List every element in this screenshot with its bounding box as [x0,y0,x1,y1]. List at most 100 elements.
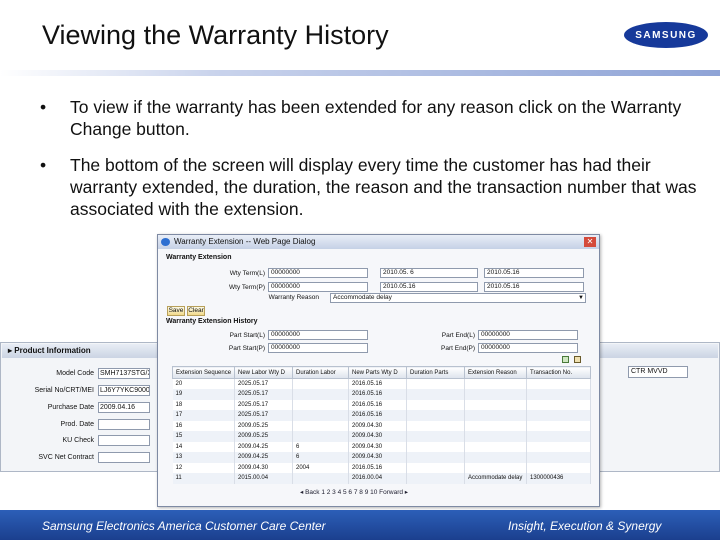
table-cell: 16 [172,420,235,431]
field-label: Prod. Date [60,421,94,429]
table-cell [464,420,527,431]
column-header[interactable]: Duration Parts [406,366,465,379]
footer-left-text: Samsung Electronics America Customer Car… [42,519,326,533]
field-label: Wty Term(L) [229,269,265,277]
warranty-reason-select[interactable]: Accommodate delay ▼ [330,293,586,303]
history-table: Extension Sequence New Labor Wty D Durat… [172,366,591,484]
table-row[interactable]: 14 2009.04.25 6 2009.04.30 [172,441,591,452]
wty-term-l-to-date-field[interactable]: 2010.05. 6 [380,268,478,278]
column-header[interactable]: New Parts Wty D [348,366,407,379]
table-row[interactable]: 11 2015.00.04 2016.00.04 Accommodate delay 1… [172,473,591,484]
table-cell: 6 [292,452,349,463]
table-cell: 20 [172,378,235,389]
wty-term-l-from-field[interactable]: 00000000 [268,268,368,278]
bullet-item: • The bottom of the screen will display … [40,154,700,220]
table-cell [526,452,591,463]
table-row[interactable]: 15 2009.05.25 2009.04.30 [172,431,591,442]
table-cell: 2016.00.04 [348,473,407,484]
field-label: Model Code [56,370,94,378]
model-code-field[interactable]: SMH7137STG/X [98,368,150,379]
table-row[interactable]: 18 2025.05.17 2016.05.16 [172,399,591,410]
bullet-dot: • [40,155,47,175]
serial-number-field[interactable]: LJ6Y7YKC90005 [98,385,150,396]
clear-button[interactable]: Clear [187,306,205,316]
table-cell: 2025.05.17 [234,378,293,389]
ctr-field[interactable]: CTR MVVD [628,366,688,378]
table-cell [406,420,465,431]
section-warranty-extension: Warranty Extension [166,254,232,261]
table-cell [526,441,591,452]
table-cell: 2016.05.16 [348,462,407,473]
wty-term-p-to-field[interactable]: 2010.05.16 [484,282,584,292]
column-header[interactable]: New Labor Wty D [234,366,293,379]
wty-term-p-row: Wty Term(P) 00000000 [208,282,368,293]
prod-date-field[interactable] [98,419,150,430]
field-label: Serial No/CRT/MEI [34,387,94,395]
table-cell: 2016.05.16 [348,410,407,421]
table-cell [526,410,591,421]
dialog-titlebar[interactable]: Warranty Extension -- Web Page Dialog [158,235,599,249]
bullet-list: • To view if the warranty has been exten… [40,96,700,234]
ku-check-field[interactable] [98,435,150,446]
field-label: Warranty Reason [268,294,319,301]
table-row[interactable]: 13 2009.04.25 6 2009.04.30 [172,452,591,463]
table-cell [406,473,465,484]
table-cell [526,431,591,442]
close-icon[interactable]: ✕ [584,237,596,247]
table-cell [292,378,349,389]
table-cell [526,462,591,473]
column-header[interactable]: Duration Labor [292,366,349,379]
samsung-logo: SAMSUNG [624,22,708,48]
warranty-reason-label: Warranty Reason [262,293,322,303]
part-end-l-field[interactable]: 00000000 [478,330,578,340]
svc-net-contract-field[interactable] [98,452,150,463]
field-label: KU Check [62,437,94,445]
part-end-p-field[interactable]: 00000000 [478,343,578,353]
part-start-p-field[interactable]: 00000000 [268,343,368,353]
title-divider [0,70,720,76]
column-header[interactable]: Extension Reason [464,366,527,379]
part-start-p-row: Part Start(P) 00000000 [208,343,368,354]
bullet-dot: • [40,97,47,117]
table-cell [526,389,591,400]
table-cell [464,441,527,452]
table-cell: 2009.04.30 [348,452,407,463]
wty-term-p-to-date-field[interactable]: 2010.05.16 [380,282,478,292]
table-cell [464,410,527,421]
table-row[interactable]: 12 2009.04.30 2004 2016.05.16 [172,462,591,473]
table-cell: 17 [172,410,235,421]
table-cell [464,431,527,442]
pagination[interactable]: ◂ Back 1 2 3 4 5 6 7 8 9 10 Forward ▸ [300,488,408,496]
table-cell: 19 [172,389,235,400]
purchase-date-field[interactable]: 2009.04.16 [98,402,150,413]
table-row[interactable]: 16 2009.05.25 2009.04.30 [172,420,591,431]
part-end-p-row: Part End(P) 00000000 [418,343,578,354]
column-header[interactable]: Extension Sequence [172,366,235,379]
chevron-down-icon[interactable]: ▼ [578,294,584,302]
browser-icon [161,238,170,246]
wty-term-p-from-field[interactable]: 00000000 [268,282,368,292]
excel-export-icon[interactable] [562,356,569,363]
part-start-l-field[interactable]: 00000000 [268,330,368,340]
table-cell [292,410,349,421]
table-cell [526,399,591,410]
wty-term-l-to-field[interactable]: 2010.05.16 [484,268,584,278]
table-cell [464,452,527,463]
edit-icon[interactable] [574,356,581,363]
table-cell: 2009.04.25 [234,441,293,452]
product-row: KU Check [10,435,155,447]
field-label: Wty Term(P) [229,283,265,291]
table-row[interactable]: 17 2025.05.17 2016.05.16 [172,410,591,421]
table-cell [292,399,349,410]
table-cell: 18 [172,399,235,410]
table-cell [406,462,465,473]
table-cell: 2009.05.25 [234,420,293,431]
table-row[interactable]: 19 2025.05.17 2016.05.16 [172,389,591,400]
table-cell: 2009.04.30 [348,441,407,452]
save-button[interactable]: Save [167,306,185,316]
product-row: Serial No/CRT/MEI LJ6Y7YKC90005 [10,385,155,397]
column-header[interactable]: Transaction No. [526,366,591,379]
table-cell: 2016.05.16 [348,378,407,389]
table-row[interactable]: 20 2025.05.17 2016.05.16 [172,378,591,389]
section-warranty-extension-history: Warranty Extension History [166,318,258,325]
